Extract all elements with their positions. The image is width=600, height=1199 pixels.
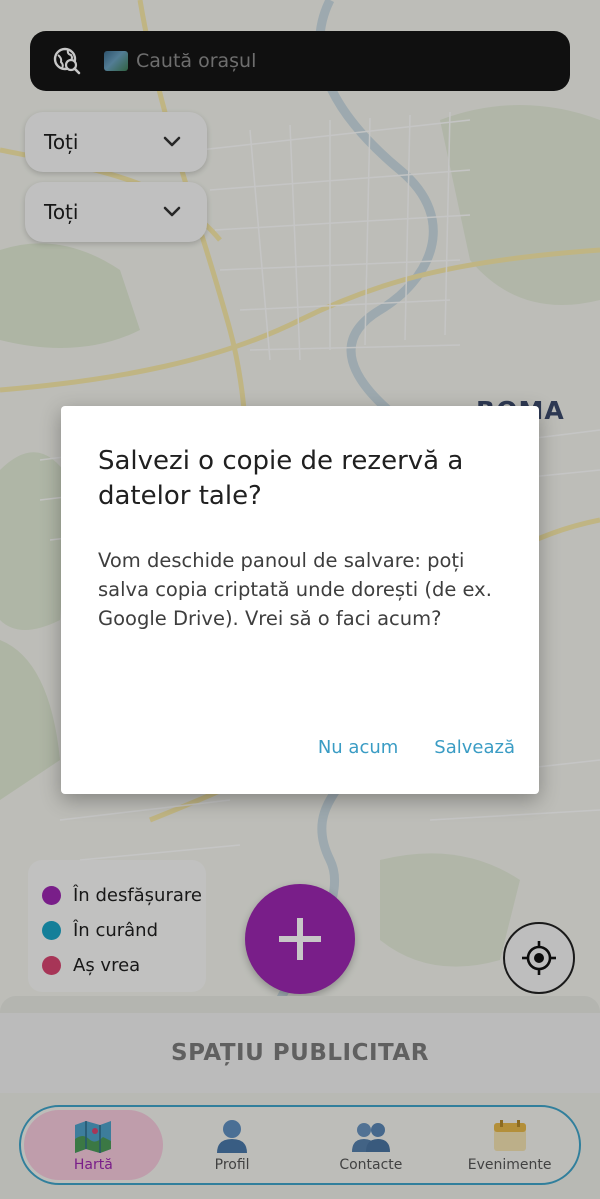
dialog-actions: Nu acum Salvează <box>318 737 515 758</box>
save-button[interactable]: Salvează <box>434 737 515 758</box>
backup-dialog: Salvezi o copie de rezervă a datelor tal… <box>61 406 539 794</box>
dialog-message: Vom deschide panoul de salvare: poți sal… <box>98 549 492 630</box>
dialog-title: Salvezi o copie de rezervă a datelor tal… <box>98 446 464 511</box>
not-now-button[interactable]: Nu acum <box>318 737 398 758</box>
